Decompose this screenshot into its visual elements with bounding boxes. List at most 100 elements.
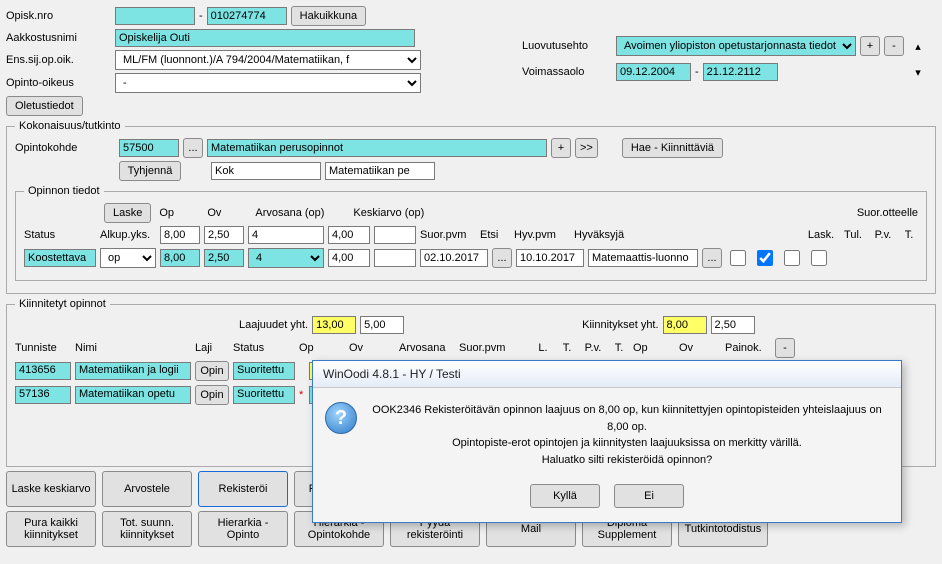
- laajuudet-label: Laajuudet yht.: [239, 319, 308, 331]
- opinto-select[interactable]: -: [115, 73, 421, 93]
- r2-sel[interactable]: op: [100, 248, 156, 268]
- hae-kiinnittavia-button[interactable]: Hae - Kiinnittäviä: [622, 138, 723, 158]
- hdr-arvosana: Arvosana: [399, 342, 455, 354]
- dialog-yes-button[interactable]: Kyllä: [530, 484, 600, 508]
- hdr-laji: Laji: [195, 342, 229, 354]
- plus-button[interactable]: +: [860, 36, 880, 56]
- r1-kesk[interactable]: 4,00: [328, 226, 370, 244]
- question-icon: ?: [325, 402, 357, 434]
- hdr-pv: P.v.: [581, 342, 605, 354]
- lask-chk[interactable]: [730, 250, 746, 266]
- alkup-label: Alkup.yks.: [100, 229, 156, 241]
- luovutus-label: Luovutusehto: [522, 40, 612, 52]
- suorpvm-field[interactable]: 02.10.2017: [420, 249, 488, 267]
- luovutus-select[interactable]: Avoimen yliopiston opetustarjonnasta tie…: [616, 36, 856, 56]
- opintokohde-label: Opintokohde: [15, 142, 115, 154]
- cell-tunniste[interactable]: 57136: [15, 386, 71, 404]
- hdr-tunniste: Tunniste: [15, 342, 71, 354]
- opintokohde-code[interactable]: 57500: [119, 139, 179, 157]
- dialog-no-button[interactable]: Ei: [614, 484, 684, 508]
- hdr-painok: Painok.: [725, 342, 771, 354]
- r2-extra[interactable]: [374, 249, 416, 267]
- cell-tunniste[interactable]: 413656: [15, 362, 71, 380]
- lask-label: Lask.: [806, 229, 836, 241]
- opisk-field2[interactable]: 010274774: [207, 7, 287, 25]
- laji-button[interactable]: Opin: [195, 385, 229, 405]
- r2-arv[interactable]: 4: [248, 248, 324, 268]
- hdr-status: Status: [233, 342, 295, 354]
- hdr-op: Op: [159, 207, 199, 219]
- hyvaksyja-field[interactable]: Matemaattis-luonno: [588, 249, 698, 267]
- minus-button[interactable]: -: [884, 36, 904, 56]
- kiinn1: 8,00: [663, 316, 707, 334]
- laske-button[interactable]: Laske: [104, 203, 151, 223]
- tul-chk[interactable]: [757, 250, 773, 266]
- hyvpvm-field[interactable]: 10.10.2017: [516, 249, 584, 267]
- opinto-label: Opinto-oikeus: [6, 77, 111, 89]
- tyhjenna-button[interactable]: Tyhjennä: [119, 161, 181, 181]
- cell-status: Suoritettu: [233, 386, 295, 404]
- oletustiedot-button[interactable]: Oletustiedot: [6, 96, 83, 116]
- opintokohde-picker[interactable]: ...: [183, 138, 203, 158]
- hdr-op: Op: [299, 342, 345, 354]
- hdr-l: L.: [533, 342, 553, 354]
- r1-op[interactable]: 8,00: [160, 226, 200, 244]
- laji-button[interactable]: Opin: [195, 361, 229, 381]
- voimassa-to[interactable]: 21.12.2112: [703, 63, 778, 81]
- aakkostus-label: Aakkostusnimi: [6, 32, 111, 44]
- kok-field[interactable]: Kok: [211, 162, 321, 180]
- r1-ov[interactable]: 2,50: [204, 226, 244, 244]
- hdr-minus-button[interactable]: -: [775, 338, 795, 358]
- pv-chk[interactable]: [784, 250, 800, 266]
- koost-field[interactable]: Koostettava: [24, 249, 96, 267]
- hdr-ov: Ov: [349, 342, 395, 354]
- t-chk[interactable]: [811, 250, 827, 266]
- opintokohde-name[interactable]: Matematiikan perusopinnot: [207, 139, 547, 157]
- enssij-label: Ens.sij.op.oik.: [6, 54, 111, 66]
- voimassa-sep: -: [695, 66, 699, 78]
- opintokohde-fwd[interactable]: >>: [575, 138, 598, 158]
- caret-up-icon[interactable]: ▴: [908, 36, 928, 56]
- hyvaksyja-label: Hyväksyjä: [574, 229, 634, 241]
- opintokohde-plus[interactable]: +: [551, 138, 571, 158]
- kokonaisuus-legend: Kokonaisuus/tutkinto: [15, 120, 125, 132]
- kiinn-label: Kiinnitykset yht.: [582, 319, 658, 331]
- opisk-field1[interactable]: [115, 7, 195, 25]
- opisk-label: Opisk.nro: [6, 10, 111, 22]
- cell-nimi[interactable]: Matematiikan opetu: [75, 386, 191, 404]
- bottom-btn-rekisteröi[interactable]: Rekisteröi: [198, 471, 288, 507]
- etsi-label: Etsi: [480, 229, 510, 241]
- aakkostus-field[interactable]: Opiskelija Outi: [115, 29, 415, 47]
- hyv-picker[interactable]: ...: [702, 248, 722, 268]
- r2-kesk[interactable]: 4,00: [328, 249, 370, 267]
- bottom-btn-arvostele[interactable]: Arvostele: [102, 471, 192, 507]
- pv-label: P.v.: [870, 229, 896, 241]
- r2-op[interactable]: 8,00: [160, 249, 200, 267]
- dialog-text: OOK2346 Rekisteröitävän opinnon laajuus …: [369, 402, 885, 468]
- opinnon-legend: Opinnon tiedot: [24, 185, 104, 197]
- matpe-field[interactable]: Matematiikan pe: [325, 162, 435, 180]
- cell-nimi[interactable]: Matematiikan ja logii: [75, 362, 191, 380]
- hdr-suorpvm: Suor.pvm: [459, 342, 529, 354]
- status-label: Status: [24, 229, 96, 241]
- bottom-btn-laske-keskiarvo[interactable]: Laske keskiarvo: [6, 471, 96, 507]
- bottom-btn-hierarkia---opinto[interactable]: Hierarkia - Opinto: [198, 511, 288, 547]
- caret-down-icon[interactable]: ▾: [908, 62, 928, 82]
- laaj1: 13,00: [312, 316, 356, 334]
- enssij-select[interactable]: ML/FM (luonnont.)/A 794/2004/Matematiika…: [115, 50, 421, 70]
- bottom-btn-tot.-suunn.-kiinnitykset[interactable]: Tot. suunn. kiinnitykset: [102, 511, 192, 547]
- t-label: T.: [900, 229, 918, 241]
- voimassa-from[interactable]: 09.12.2004: [616, 63, 691, 81]
- r2-ov[interactable]: 2,50: [204, 249, 244, 267]
- hakuikkuna-button[interactable]: Hakuikkuna: [291, 6, 366, 26]
- opisk-sep: -: [199, 10, 203, 22]
- r1-arv[interactable]: 4: [248, 226, 324, 244]
- hdr-kesk: Keskiarvo (op): [353, 207, 443, 219]
- tul-label: Tul.: [840, 229, 866, 241]
- bottom-btn-pura-kaikki-kiinnitykset[interactable]: Pura kaikki kiinnitykset: [6, 511, 96, 547]
- hdr-arv: Arvosana (op): [255, 207, 345, 219]
- cell-status: Suoritettu: [233, 362, 295, 380]
- suorpvm-picker[interactable]: ...: [492, 248, 512, 268]
- kokonaisuus-fieldset: Kokonaisuus/tutkinto Opintokohde 57500 .…: [6, 120, 936, 294]
- r1-extra[interactable]: [374, 226, 416, 244]
